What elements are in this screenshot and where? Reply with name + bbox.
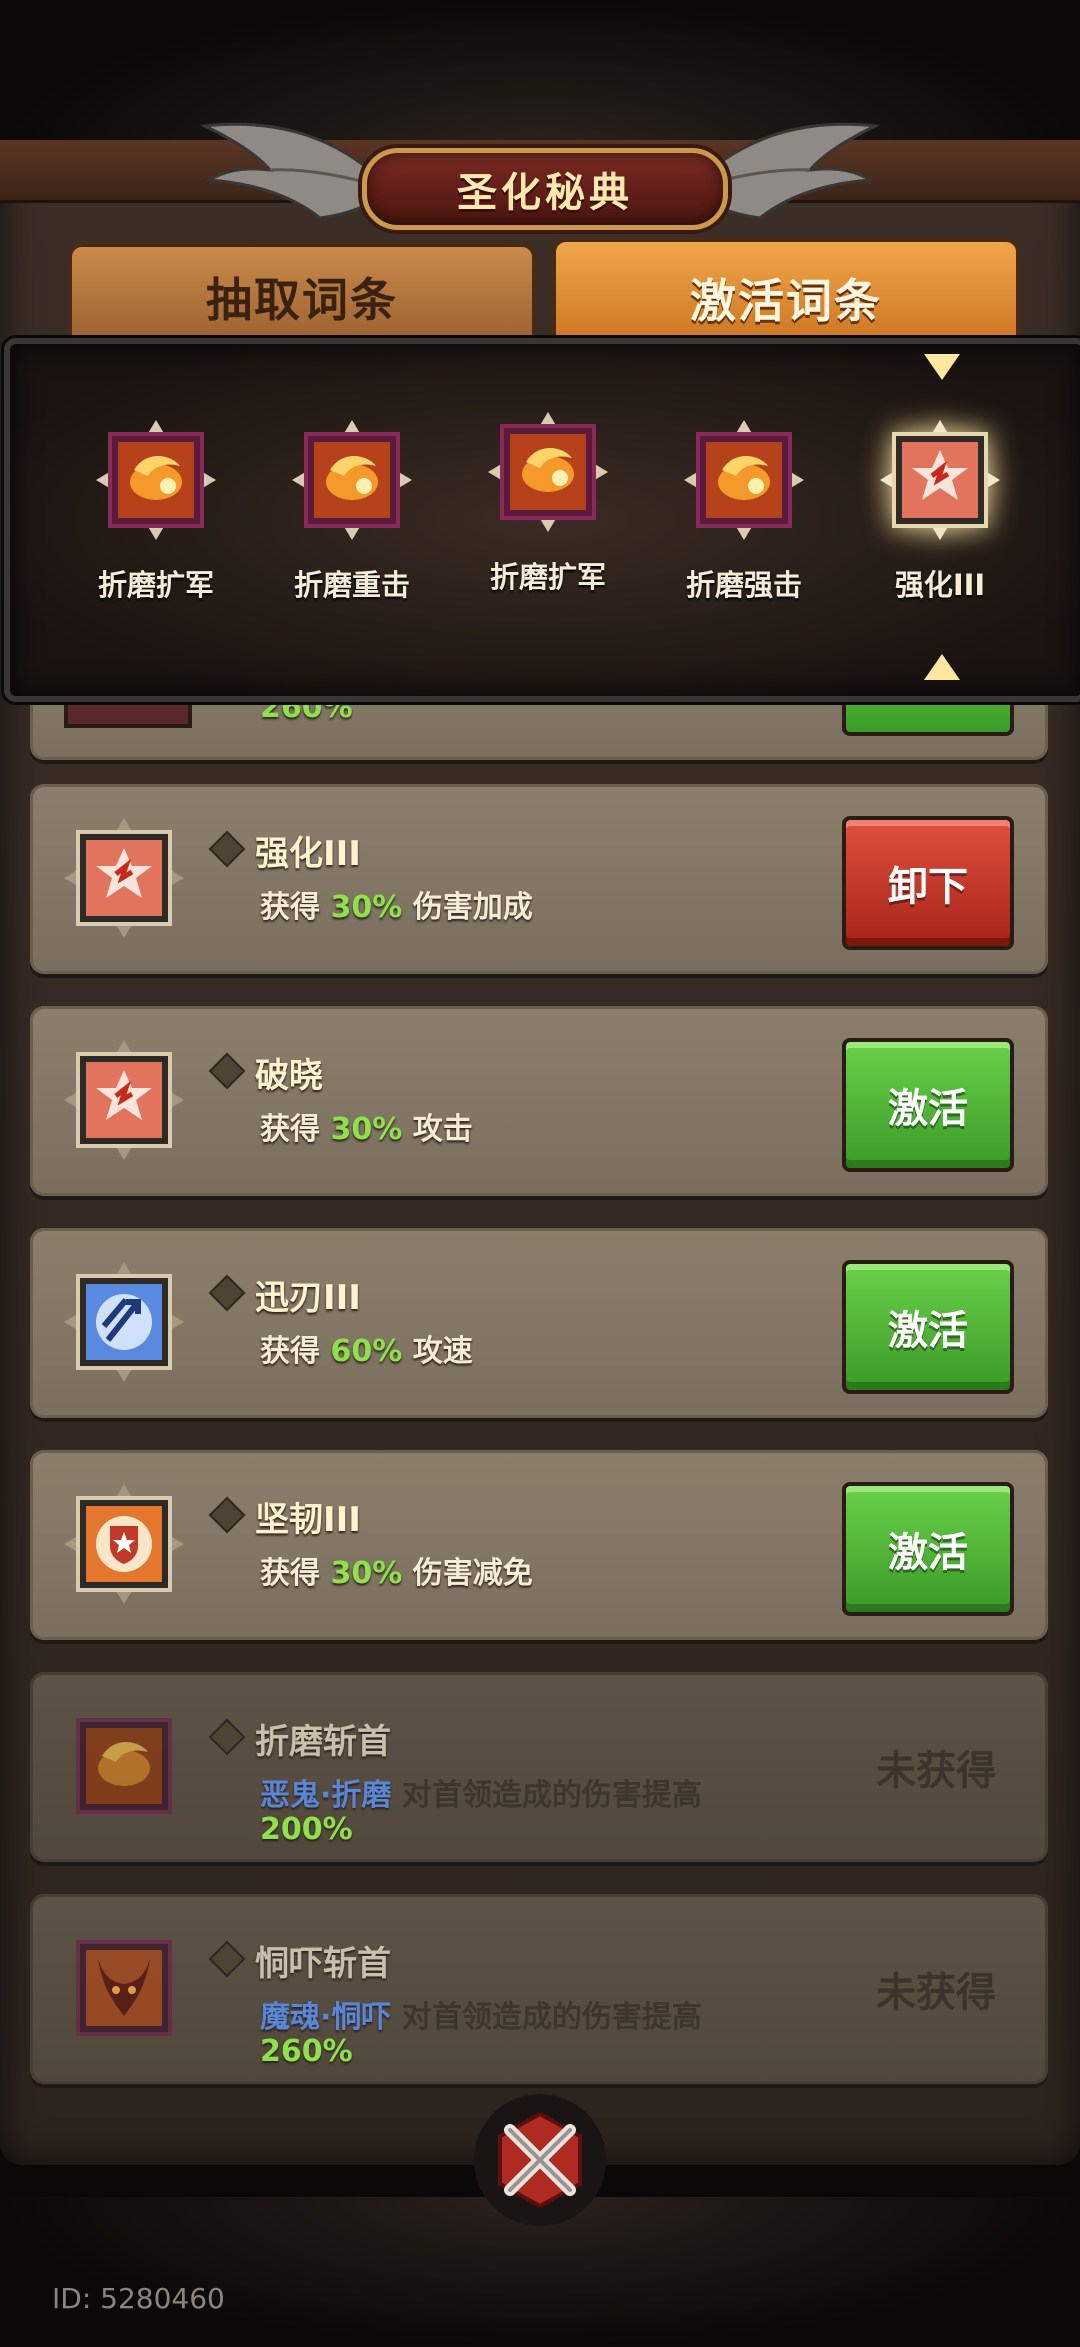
diamond-bullet-icon xyxy=(208,1718,246,1756)
slot-2[interactable]: 折磨重击 xyxy=(262,420,442,604)
torment-fire-icon xyxy=(488,412,608,532)
desc-percent: 60% xyxy=(330,1334,403,1369)
activate-button[interactable]: 激活 xyxy=(842,1260,1014,1394)
item-desc: 获得 30% 伤害加成 xyxy=(260,882,533,926)
item-desc: 魔魂·恫吓 对首领造成的伤害提高 xyxy=(260,1992,702,2036)
empower-burst-icon xyxy=(64,1040,184,1160)
player-id: ID: 5280460 xyxy=(52,2282,225,2315)
desc-percent: 260% xyxy=(260,2034,353,2069)
diamond-bullet-icon xyxy=(208,1940,246,1978)
desc-percent: 30% xyxy=(330,1556,403,1591)
desc-suffix: 伤害减免 xyxy=(412,1556,533,1591)
desc-prefix: 获得 xyxy=(260,1112,320,1147)
slot-label: 折磨扩军 xyxy=(97,568,214,602)
desc-prefix: 获得 xyxy=(260,1556,320,1591)
activate-button[interactable]: 激活 xyxy=(842,1038,1014,1172)
item-name: 破晓 xyxy=(255,1056,323,1096)
diamond-bullet-icon xyxy=(208,1052,246,1090)
desc-percent: 30% xyxy=(330,1112,403,1147)
desc-tag: 魔魂·恫吓 xyxy=(260,2000,392,2035)
slot-label: 折磨强击 xyxy=(685,568,802,602)
unequip-button[interactable]: 卸下 xyxy=(842,816,1014,950)
activate-button[interactable]: 激活 xyxy=(842,1482,1014,1616)
page-title: 圣化秘典 xyxy=(457,170,633,216)
unobtained-status: 未获得 xyxy=(876,1970,996,2016)
swift-blade-icon xyxy=(64,1262,184,1382)
selected-arrow-top-icon xyxy=(924,354,960,380)
empower-burst-icon xyxy=(64,818,184,938)
item-desc: 获得 30% 攻击 xyxy=(260,1104,473,1148)
desc-tag: 恶鬼·折磨 xyxy=(260,1778,392,1813)
title-plaque: 圣化秘典 xyxy=(362,148,728,230)
selected-arrow-bottom-icon xyxy=(924,654,960,680)
slot-3[interactable]: 折磨扩军 xyxy=(458,412,638,596)
diamond-bullet-icon xyxy=(208,830,246,868)
empower-burst-icon xyxy=(880,420,1000,540)
item-name: 折磨斩首 xyxy=(255,1722,391,1762)
list-item-empower: 强化III 获得 30% 伤害加成 卸下 xyxy=(30,784,1048,974)
active-slots-panel: 折磨扩军 折磨重击 折磨扩军 折磨强击 强化III xyxy=(4,338,1080,702)
desc-percent: 30% xyxy=(330,890,403,925)
slot-4[interactable]: 折磨强击 xyxy=(654,420,834,604)
item-name: 强化III xyxy=(255,834,361,874)
slot-1[interactable]: 折磨扩军 xyxy=(66,420,246,604)
slot-5-selected[interactable]: 强化III xyxy=(850,420,1030,604)
slot-label: 折磨扩军 xyxy=(489,560,606,594)
desc-suffix: 对首领造成的伤害提高 xyxy=(401,1778,702,1813)
item-desc: 获得 30% 伤害减免 xyxy=(260,1548,533,1592)
list-item-torment-execute: 折磨斩首 恶鬼·折磨 对首领造成的伤害提高 200% 未获得 xyxy=(30,1672,1048,1862)
shield-star-icon xyxy=(64,1484,184,1604)
desc-percent: 200% xyxy=(260,1812,353,1847)
slot-label: 折磨重击 xyxy=(293,568,410,602)
desc-prefix: 获得 xyxy=(260,890,320,925)
list-item-tenacity: 坚韧III 获得 30% 伤害减免 激活 xyxy=(30,1450,1048,1640)
desc-suffix: 攻速 xyxy=(412,1334,473,1369)
close-icon[interactable] xyxy=(470,2090,610,2230)
desc-suffix: 攻击 xyxy=(412,1112,473,1147)
item-name: 坚韧III xyxy=(255,1500,361,1540)
title-banner: 圣化秘典 xyxy=(0,118,1080,238)
desc-suffix: 对首领造成的伤害提高 xyxy=(401,2000,702,2035)
torment-fire-icon xyxy=(76,1718,172,1814)
torment-fire-icon xyxy=(292,420,412,540)
item-name: 恫吓斩首 xyxy=(255,1944,391,1984)
item-desc: 获得 60% 攻速 xyxy=(260,1326,473,1370)
slot-label: 强化III xyxy=(894,568,986,602)
diamond-bullet-icon xyxy=(208,1274,246,1312)
demon-horn-icon xyxy=(76,1940,172,2036)
list-item-swift-blade: 迅刃III 获得 60% 攻速 激活 xyxy=(30,1228,1048,1418)
desc-prefix: 获得 xyxy=(260,1334,320,1369)
unobtained-status: 未获得 xyxy=(876,1748,996,1794)
desc-suffix: 伤害加成 xyxy=(412,890,533,925)
torment-fire-icon xyxy=(684,420,804,540)
tab-draw[interactable]: 抽取词条 xyxy=(68,243,536,351)
list-item-dawn: 破晓 获得 30% 攻击 激活 xyxy=(30,1006,1048,1196)
item-desc: 恶鬼·折磨 对首领造成的伤害提高 xyxy=(260,1770,702,1814)
item-name: 迅刃III xyxy=(255,1278,361,1318)
torment-fire-icon xyxy=(96,420,216,540)
list-item-intimidate-execute: 恫吓斩首 魔魂·恫吓 对首领造成的伤害提高 260% 未获得 xyxy=(30,1894,1048,2084)
diamond-bullet-icon xyxy=(208,1496,246,1534)
